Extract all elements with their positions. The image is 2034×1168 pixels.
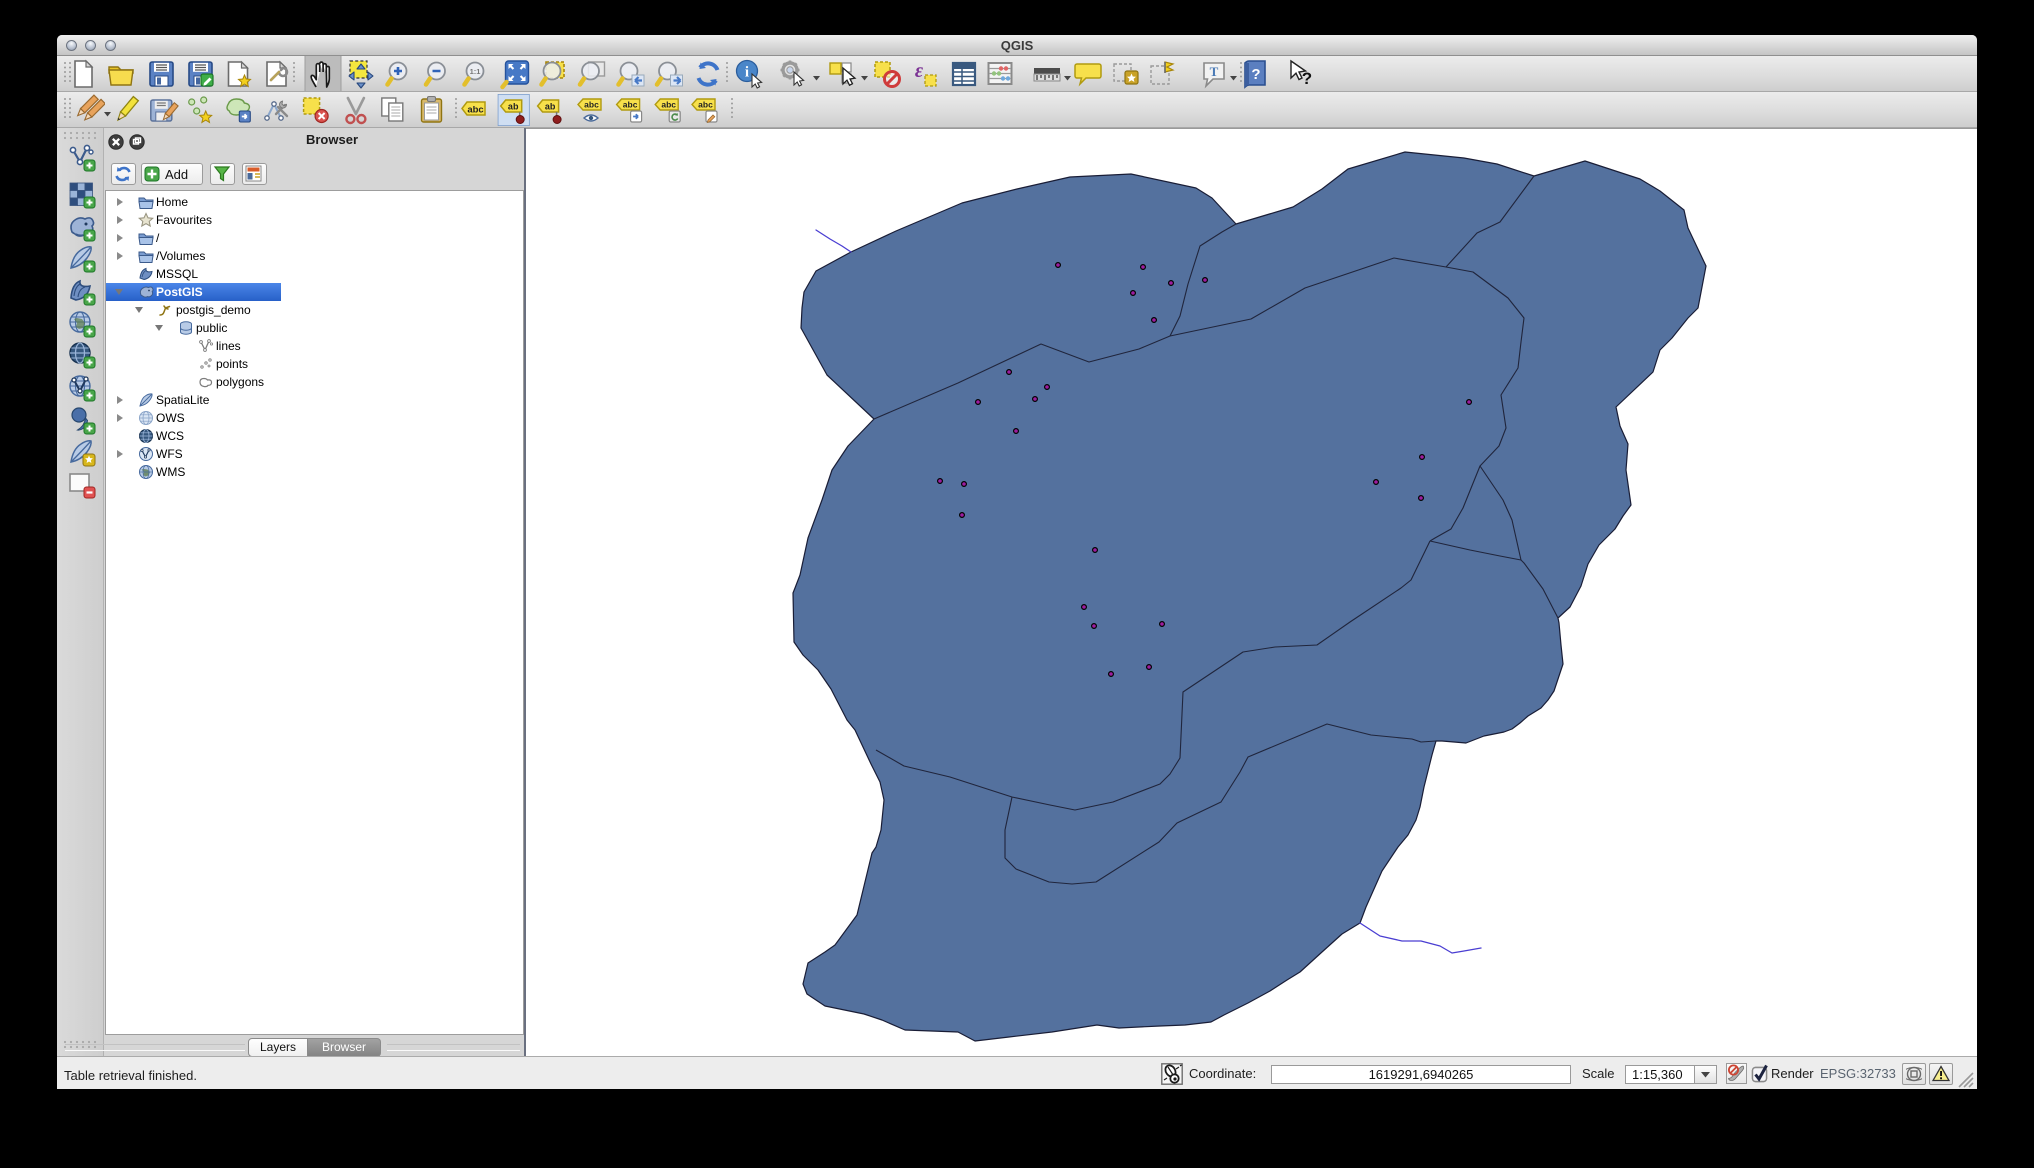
svg-text:Add: Add <box>165 167 188 182</box>
